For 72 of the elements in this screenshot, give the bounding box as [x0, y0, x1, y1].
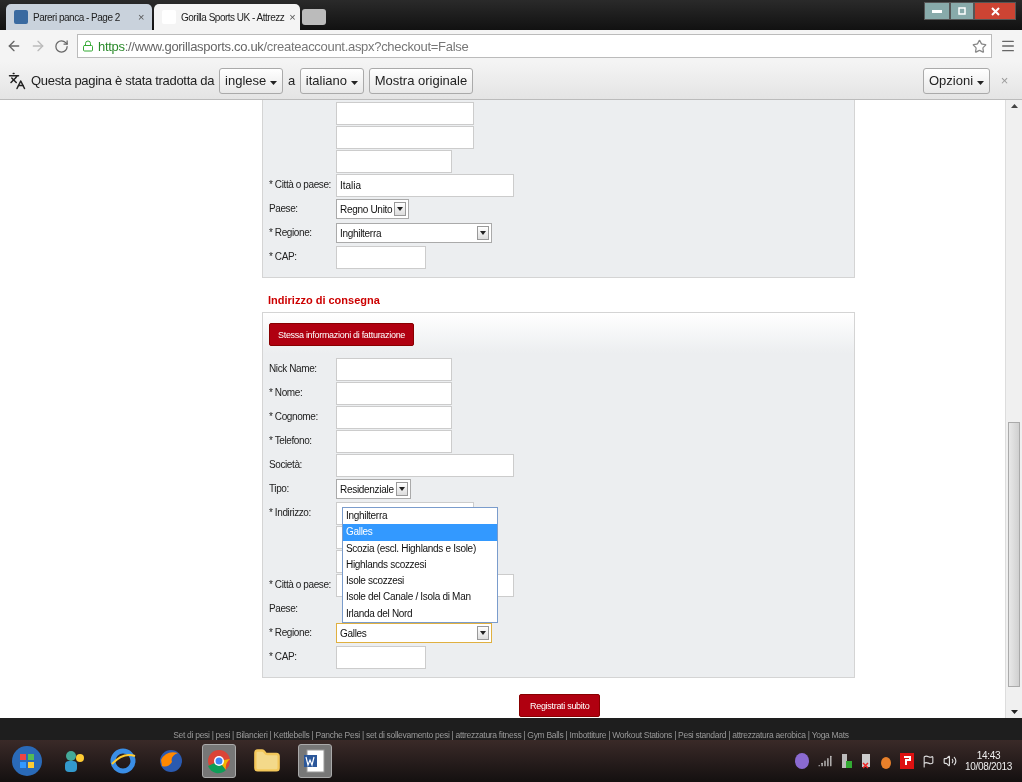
translate-message: Questa pagina è stata tradotta da: [31, 73, 215, 88]
menu-icon[interactable]: [1000, 38, 1016, 54]
field-label: * Indirizzo:: [269, 506, 312, 518]
input-field[interactable]: [336, 150, 452, 173]
scroll-down-icon[interactable]: [1010, 710, 1018, 714]
close-icon: [990, 6, 1000, 16]
input-field[interactable]: [336, 646, 426, 669]
select-field[interactable]: Galles: [336, 623, 492, 643]
field-label: * CAP:: [269, 250, 298, 262]
tray-app-icon[interactable]: [793, 752, 810, 770]
maximize-icon: [958, 7, 966, 15]
input-field[interactable]: Italia: [336, 174, 514, 197]
show-original-button[interactable]: Mostra originale: [368, 67, 474, 94]
site-icon: [14, 10, 28, 24]
lock-icon: [82, 40, 94, 52]
field-label: * Città o paese:: [269, 178, 332, 190]
translate-joiner: a: [287, 73, 295, 88]
caret-icon: [976, 81, 984, 85]
browser-tab[interactable]: Pareri panca - Page 2 ×: [6, 4, 152, 30]
document-icon[interactable]: [298, 744, 332, 778]
field-label: Nick Name:: [269, 362, 318, 374]
reload-icon[interactable]: [54, 38, 69, 54]
register-button[interactable]: Registrati subito: [519, 694, 601, 717]
scroll-up-icon[interactable]: [1010, 104, 1018, 108]
caret-icon: [350, 81, 358, 85]
field-label: Tipo:: [269, 482, 290, 494]
select-field[interactable]: Regno Unito: [336, 199, 410, 219]
input-field[interactable]: [336, 102, 474, 125]
start-button[interactable]: [10, 744, 44, 778]
caret-icon: [269, 81, 277, 85]
input-field[interactable]: [336, 246, 426, 269]
language-dropdown[interactable]: italiano: [299, 67, 364, 94]
network-icon[interactable]: [859, 753, 872, 769]
field-label: * Regione:: [269, 626, 313, 638]
field-label: Società:: [269, 458, 303, 470]
field-label: * Regione:: [269, 226, 313, 238]
field-label: Paese:: [269, 202, 299, 214]
close-button[interactable]: [974, 2, 1016, 20]
input-field[interactable]: [336, 454, 514, 477]
minimize-button[interactable]: [924, 2, 950, 20]
antivirus-icon[interactable]: [899, 753, 914, 769]
minimize-icon: [932, 9, 942, 13]
field-label: Paese:: [269, 602, 299, 614]
input-field[interactable]: [336, 126, 474, 149]
language-dropdown[interactable]: inglese: [219, 67, 283, 94]
select-field[interactable]: Residenziale: [336, 479, 411, 499]
footer-links: Set di pesi | pesi | Bilancieri | Kettlebells | Panche Pesi | set di sollevamento pesi | attrezzatura fitness | Gym Balls | Imbottiture | Workout Stations | Pesi standard | attrezzatura aerobica | Yoga Mats: [173, 730, 849, 740]
flag-icon[interactable]: [921, 754, 935, 768]
input-field[interactable]: [336, 382, 452, 405]
select-field[interactable]: Inghilterra: [336, 223, 492, 243]
star-icon[interactable]: [972, 38, 987, 54]
input-field[interactable]: [336, 406, 452, 429]
field-label: * Cognome:: [269, 410, 319, 422]
maximize-button[interactable]: [950, 2, 974, 20]
address-field[interactable]: https://www.gorillasports.co.uk/createaccount.aspx?checkout=False: [77, 34, 992, 58]
field-label: * Telefono:: [269, 434, 313, 446]
field-label: * Città o paese:: [269, 578, 332, 590]
volume-icon[interactable]: [942, 754, 957, 768]
copy-billing-button[interactable]: Stessa informazioni di fatturazione: [269, 323, 415, 346]
signal-icon[interactable]: [817, 754, 832, 768]
input-field[interactable]: [336, 358, 452, 381]
scroll-thumb[interactable]: [1008, 421, 1020, 687]
section-heading: Indirizzo di consegna: [268, 294, 380, 306]
chrome-icon[interactable]: [202, 744, 236, 778]
clock[interactable]: 14:43 10/08/2013: [964, 750, 1012, 772]
input-field[interactable]: [336, 430, 452, 453]
browser-tab[interactable]: Gorilla Sports UK - Attrezz ×: [154, 4, 300, 30]
translate-icon: [8, 71, 26, 90]
options-button[interactable]: Opzioni: [923, 67, 990, 94]
field-label: * CAP:: [269, 650, 298, 662]
field-label: * Nome:: [269, 386, 304, 398]
back-icon[interactable]: [6, 38, 22, 54]
